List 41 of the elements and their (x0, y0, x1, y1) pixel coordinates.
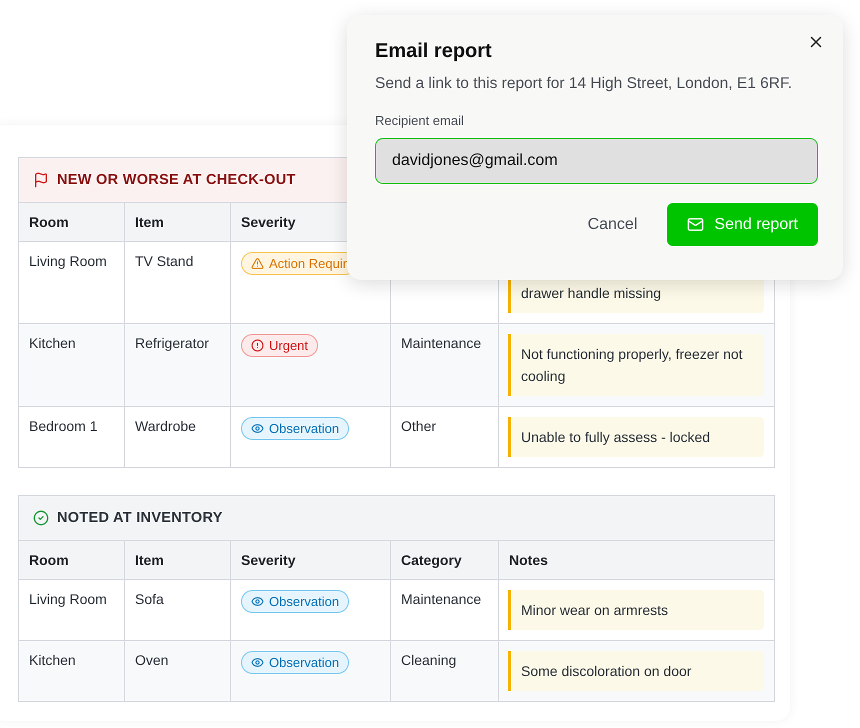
column-header: Item (125, 203, 231, 242)
severity-badge: Observation (241, 417, 350, 440)
alert-circle-icon (251, 339, 264, 352)
column-header: Category (391, 541, 499, 580)
table-cell: Maintenance (391, 580, 499, 641)
table-cell: Living Room (19, 580, 125, 641)
severity-badge: Observation (241, 590, 350, 613)
eye-icon (251, 422, 264, 435)
dialog-description: Send a link to this report for 14 High Street, London, E1 6RF. (375, 75, 794, 93)
flag-icon (33, 172, 49, 188)
table-cell: Maintenance (391, 324, 499, 407)
column-header: Item (125, 541, 231, 580)
table-cell: Oven (125, 641, 231, 701)
table-cell: Kitchen (19, 641, 125, 701)
section-title: NOTED AT INVENTORY (57, 510, 223, 526)
note-callout: Not functioning properly, freezer not cooling (508, 334, 764, 396)
dialog-title: Email report (375, 40, 493, 63)
column-header: Room (19, 541, 125, 580)
table-cell: Kitchen (19, 324, 125, 407)
table-cell: Refrigerator (125, 324, 231, 407)
check-circle-icon (33, 510, 49, 526)
warning-icon (251, 257, 264, 270)
cancel-button[interactable]: Cancel (588, 212, 638, 238)
note-callout: Some discoloration on door (508, 651, 764, 691)
severity-badge: Urgent (241, 334, 318, 357)
table-cell: Cleaning (391, 641, 499, 701)
severity-badge: Observation (241, 651, 350, 674)
section-title: NEW OR WORSE AT CHECK-OUT (57, 172, 296, 188)
field-label: Recipient email (375, 113, 465, 128)
column-header: Notes (499, 541, 774, 580)
note-callout: Unable to fully assess - locked (508, 417, 764, 457)
eye-icon (251, 595, 264, 608)
eye-icon (251, 656, 264, 669)
email-input-field[interactable]: davidjones@gmail.com (375, 138, 818, 184)
table-cell: TV Stand (125, 242, 231, 324)
column-header: Severity (231, 541, 391, 580)
table-cell: Living Room (19, 242, 125, 324)
note-callout: Minor wear on armrests (508, 590, 764, 630)
table-cell: Sofa (125, 580, 231, 641)
mail-icon (687, 216, 704, 233)
column-header: Room (19, 203, 125, 242)
